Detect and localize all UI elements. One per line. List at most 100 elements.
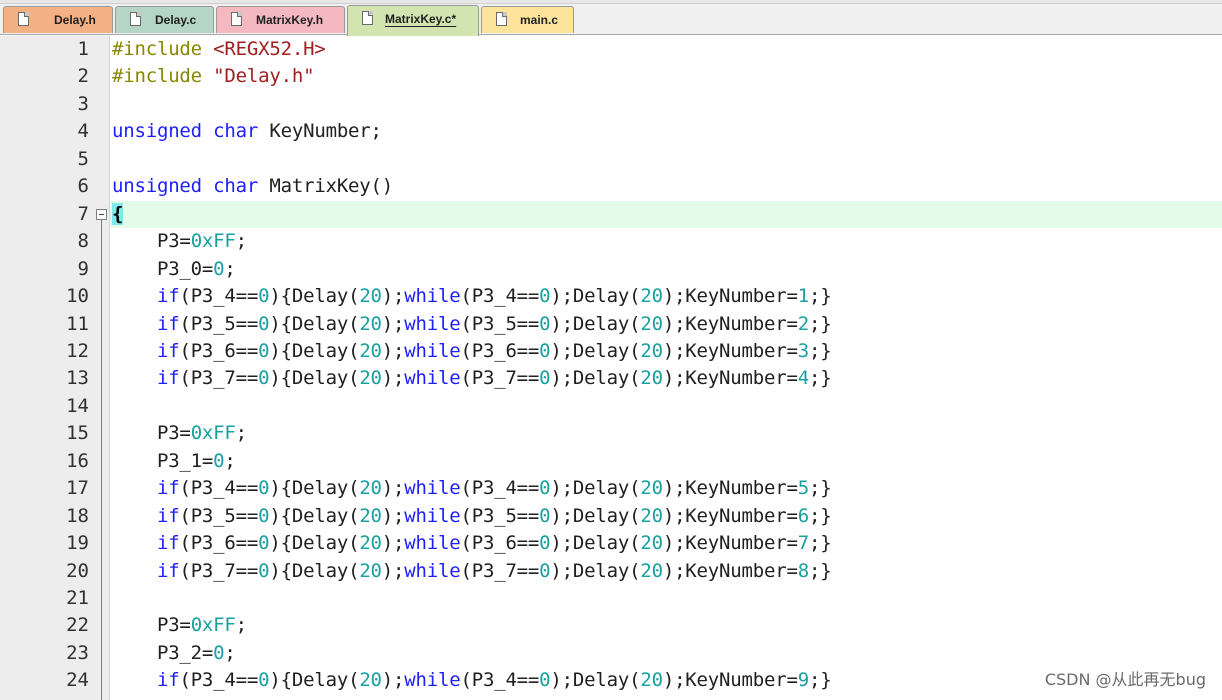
code-line[interactable]: unsigned char KeyNumber;: [112, 118, 382, 145]
code-line[interactable]: if(P3_7==0){Delay(20);while(P3_7==0);Del…: [112, 365, 832, 392]
line-number: 11: [66, 312, 89, 335]
code-number: 20: [359, 367, 382, 390]
code-number: 20: [640, 504, 663, 527]
code-line[interactable]: if(P3_4==0){Delay(20);while(P3_4==0);Del…: [112, 667, 832, 694]
code-preprocessor: #include: [112, 65, 214, 88]
fold-range-line: [101, 220, 102, 700]
code-line[interactable]: if(P3_4==0){Delay(20);while(P3_4==0);Del…: [112, 283, 832, 310]
code-line[interactable]: P3_1=0;: [112, 448, 236, 475]
code-number: 0: [258, 532, 270, 555]
code-text: );KeyNumber=: [662, 367, 798, 390]
code-number: 0xFF: [190, 614, 236, 637]
code-number: 0: [258, 339, 270, 362]
code-text: );KeyNumber=: [662, 669, 798, 692]
code-line[interactable]: unsigned char MatrixKey(): [112, 173, 393, 200]
code-line[interactable]: P3_2=0;: [112, 640, 236, 667]
code-number: 0: [539, 504, 551, 527]
code-number: 0: [258, 669, 270, 692]
code-text: (P3_7==: [179, 559, 259, 582]
code-text: P3=: [112, 614, 191, 637]
code-text: ;: [224, 257, 236, 280]
code-line[interactable]: if(P3_5==0){Delay(20);while(P3_5==0);Del…: [112, 311, 832, 338]
code-text: );: [381, 504, 405, 527]
code-number: 0: [539, 477, 551, 500]
code-text: ;}: [808, 477, 832, 500]
code-text: );: [381, 285, 405, 308]
code-line[interactable]: #include <REGX52.H>: [112, 36, 326, 63]
code-line[interactable]: if(P3_6==0){Delay(20);while(P3_6==0);Del…: [112, 338, 832, 365]
code-number: 0: [258, 504, 270, 527]
code-line[interactable]: {: [112, 201, 123, 228]
file-tab[interactable]: MatrixKey.c*: [347, 5, 479, 36]
code-line[interactable]: if(P3_5==0){Delay(20);while(P3_5==0);Del…: [112, 503, 832, 530]
line-number: 9: [77, 257, 89, 280]
code-line[interactable]: #include "Delay.h": [112, 63, 315, 90]
code-keyword: while: [404, 669, 461, 692]
code-text: );Delay(: [550, 559, 641, 582]
code-line[interactable]: P3_0=0;: [112, 256, 236, 283]
code-text: ;: [235, 422, 247, 445]
code-number: 0: [213, 641, 225, 664]
code-keyword: while: [404, 504, 461, 527]
code-keyword: if: [156, 559, 180, 582]
file-tab[interactable]: main.c: [481, 6, 574, 33]
code-number: 7: [797, 532, 809, 555]
code-text: (P3_7==: [460, 367, 540, 390]
code-number: 0xFF: [190, 422, 236, 445]
document-icon: [496, 12, 507, 26]
code-text: );KeyNumber=: [662, 477, 798, 500]
code-text: ;}: [808, 285, 832, 308]
code-text: ){Delay(: [269, 559, 360, 582]
code-text: (P3_4==: [460, 477, 540, 500]
code-text: ){Delay(: [269, 312, 360, 335]
document-icon: [231, 12, 242, 26]
code-number: 0: [213, 449, 225, 472]
code-text: P3_1=: [112, 449, 214, 472]
code-number: 20: [640, 339, 663, 362]
code-text: (P3_4==: [179, 285, 259, 308]
file-tab[interactable]: MatrixKey.h: [216, 6, 345, 33]
code-keyword: while: [404, 477, 461, 500]
code-text: );Delay(: [550, 285, 641, 308]
line-number: 17: [66, 477, 89, 500]
code-text: P3_2=: [112, 641, 214, 664]
line-number: 2: [77, 65, 89, 88]
file-tab[interactable]: Delay.h: [3, 6, 113, 33]
code-text: );: [381, 312, 405, 335]
code-line[interactable]: P3=0xFF;: [112, 612, 247, 639]
code-line[interactable]: P3=0xFF;: [112, 420, 247, 447]
line-number: 15: [66, 422, 89, 445]
watermark: CSDN @从此再无bug: [1044, 670, 1206, 689]
file-tab[interactable]: Delay.c: [115, 6, 214, 33]
code-number: 2: [797, 312, 809, 335]
code-preprocessor: #include: [112, 38, 214, 60]
code-line[interactable]: if(P3_7==0){Delay(20);while(P3_7==0);Del…: [112, 558, 832, 585]
code-text: ;}: [808, 367, 832, 390]
code-text: (P3_5==: [179, 504, 259, 527]
code-text: (P3_5==: [460, 504, 540, 527]
code-text: ){Delay(: [269, 339, 360, 362]
line-number: 18: [66, 504, 89, 527]
code-text: P3_0=: [112, 257, 214, 280]
line-number: 4: [77, 120, 89, 143]
code-number: 0: [258, 285, 270, 308]
code-text: ;}: [808, 669, 832, 692]
code-line[interactable]: P3=0xFF;: [112, 228, 247, 255]
line-number: 22: [66, 614, 89, 637]
code-number: 0: [539, 285, 551, 308]
code-number: 0: [213, 257, 225, 280]
code-number: 0: [539, 367, 551, 390]
code-text: );Delay(: [550, 669, 641, 692]
code-text: ){Delay(: [269, 285, 360, 308]
code-text: );: [381, 339, 405, 362]
code-number: 20: [359, 477, 382, 500]
fold-collapse-icon[interactable]: [96, 209, 107, 220]
code-text: );KeyNumber=: [662, 504, 798, 527]
code-number: 20: [359, 504, 382, 527]
code-line[interactable]: if(P3_6==0){Delay(20);while(P3_6==0);Del…: [112, 530, 832, 557]
code-text: );: [381, 477, 405, 500]
code-line[interactable]: if(P3_4==0){Delay(20);while(P3_4==0);Del…: [112, 475, 832, 502]
code-text: );KeyNumber=: [662, 339, 798, 362]
